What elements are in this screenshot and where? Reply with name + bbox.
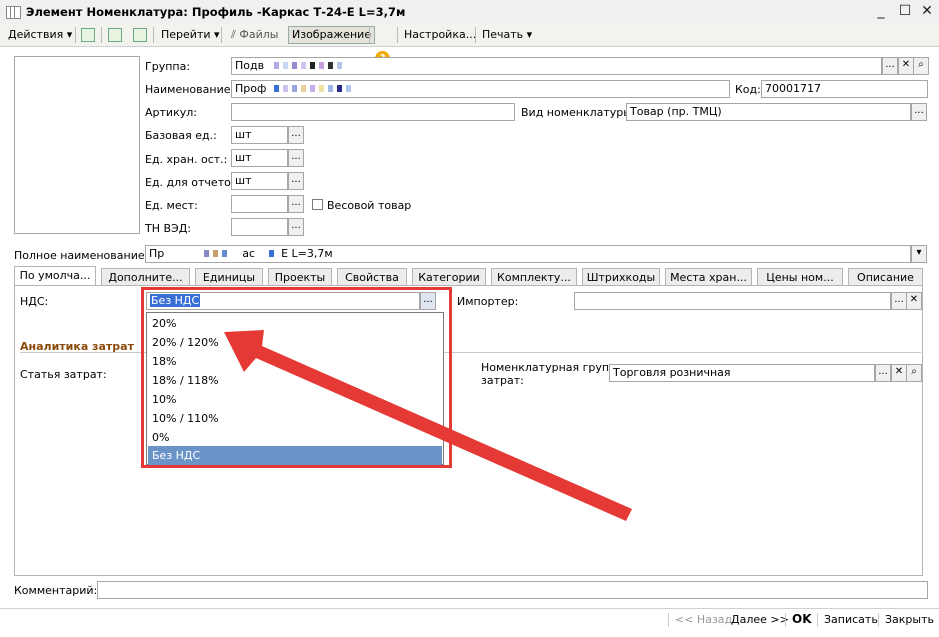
annotation-arrow xyxy=(224,330,632,521)
divider xyxy=(785,613,786,627)
divider xyxy=(878,613,879,627)
save-button[interactable]: Записать xyxy=(824,613,878,626)
comment-input[interactable] xyxy=(97,581,928,599)
divider xyxy=(668,613,669,627)
close-button[interactable]: Закрыть xyxy=(885,613,934,626)
divider xyxy=(817,613,818,627)
next-button[interactable]: Далее >> xyxy=(731,613,789,626)
ok-button[interactable]: OK xyxy=(792,612,812,626)
comment-label: Комментарий: xyxy=(14,584,98,597)
footer-bar: << Назад Далее >> OK Записать Закрыть xyxy=(0,608,939,631)
back-button[interactable]: << Назад xyxy=(675,613,732,626)
